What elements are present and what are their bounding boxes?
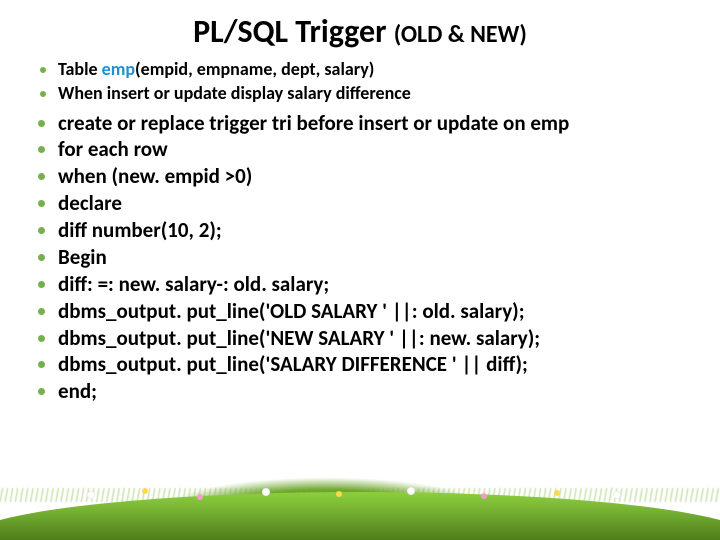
code-line: dbms_output. put_line('OLD SALARY ' ||: … — [58, 298, 696, 325]
intro-emp-token: emp — [102, 58, 135, 80]
code-line: for each row — [58, 136, 696, 163]
code-line: diff: =: new. salary-: old. salary; — [58, 271, 696, 298]
title-parens: (OLD & NEW) — [394, 20, 527, 49]
code-line: when (new. empid >0) — [58, 163, 696, 190]
decorative-ground — [0, 420, 720, 540]
code-line: end; — [58, 378, 696, 405]
title-part2: Trigger — [295, 12, 386, 51]
code-line: Begin — [58, 244, 696, 271]
intro-rest: (empid, empname, dept, salary) — [135, 58, 374, 80]
code-line: dbms_output. put_line('NEW SALARY ' ||: … — [58, 325, 696, 352]
intro-item-when: When insert or update display salary dif… — [58, 81, 696, 105]
grass-blades-icon — [0, 488, 720, 502]
code-list: create or replace trigger tri before ins… — [24, 110, 696, 406]
intro-list: Table emp(empid, empname, dept, salary) … — [24, 57, 696, 106]
code-line: declare — [58, 190, 696, 217]
code-line: create or replace trigger tri before ins… — [58, 110, 696, 137]
slide-title: PL/SQL Trigger (OLD & NEW) — [24, 12, 696, 51]
flowers-icon — [58, 480, 663, 500]
grass-hill-icon — [108, 457, 504, 512]
intro-item-table: Table emp(empid, empname, dept, salary) — [58, 57, 696, 81]
slide: PL/SQL Trigger (OLD & NEW) Table emp(emp… — [0, 0, 720, 540]
code-line: dbms_output. put_line('SALARY DIFFERENCE… — [58, 351, 696, 378]
intro-prefix: Table — [58, 58, 102, 80]
grass-foreground-icon — [0, 492, 720, 540]
code-line: diff number(10, 2); — [58, 217, 696, 244]
title-part1: PL/SQL — [193, 12, 288, 51]
